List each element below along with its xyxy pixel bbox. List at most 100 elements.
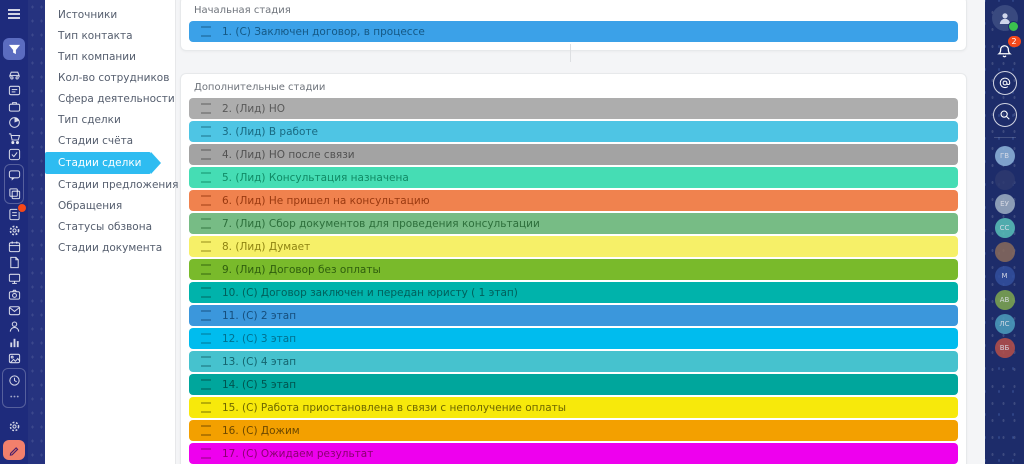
drag-handle-icon[interactable] — [201, 425, 211, 436]
stage-row[interactable]: 17. (С) Ожидаем результат — [189, 443, 958, 464]
sidebar-item[interactable]: Стадии предложения — [45, 175, 175, 195]
calendar-icon[interactable] — [5, 238, 23, 254]
clock-icon[interactable] — [5, 372, 23, 388]
sidebar-item[interactable]: Сфера деятельности — [45, 89, 175, 109]
search-icon[interactable] — [993, 103, 1017, 127]
sidebar-item-label: Источники — [58, 9, 117, 21]
drag-handle-icon[interactable] — [201, 103, 211, 114]
chat-avatar-initials: ВБ — [1000, 344, 1010, 352]
tasks-icon[interactable] — [5, 206, 23, 222]
chat-avatar-initials: М — [1001, 272, 1007, 280]
person-icon[interactable] — [5, 318, 23, 334]
stage-row[interactable]: 3. (Лид) В работе — [189, 121, 958, 142]
sidebar-item-label: Тип компании — [58, 51, 136, 63]
stage-row[interactable]: 1. (С) Заключен договор, в процессе — [189, 21, 958, 42]
pie-chart-icon[interactable] — [5, 114, 23, 130]
compose-icon[interactable] — [3, 440, 25, 460]
drag-handle-icon[interactable] — [201, 218, 211, 229]
stage-row[interactable]: 8. (Лид) Думает — [189, 236, 958, 257]
stage-row[interactable]: 15. (С) Работа приостановлена в связи с … — [189, 397, 958, 418]
drag-handle-icon[interactable] — [201, 379, 211, 390]
cart-icon[interactable] — [5, 130, 23, 146]
sidebar-item[interactable]: Кол-во сотрудников — [45, 68, 175, 88]
sidebar-item[interactable]: Стадии сделки — [45, 152, 151, 174]
sidebar-item[interactable]: Тип компании — [45, 47, 175, 67]
sidebar-item[interactable]: Стадии счёта — [45, 131, 175, 151]
sidebar-item[interactable]: Статусы обзвона — [45, 217, 175, 237]
stage-row[interactable]: 7. (Лид) Сбор документов для проведения … — [189, 213, 958, 234]
drag-handle-icon[interactable] — [201, 448, 211, 459]
collaboration-group — [4, 164, 24, 204]
chat-avatar[interactable]: ГВ — [995, 146, 1015, 166]
chat-avatar[interactable]: СС — [995, 218, 1015, 238]
initial-stage-card: Начальная стадия 1. (С) Заключен договор… — [180, 0, 967, 51]
sidebar-item[interactable]: Стадии документа — [45, 238, 175, 258]
chat-avatar[interactable]: ЛС — [995, 314, 1015, 334]
list-icon[interactable] — [5, 82, 23, 98]
check-square-icon[interactable] — [5, 146, 23, 162]
camera-icon[interactable] — [5, 286, 23, 302]
drag-handle-icon[interactable] — [201, 402, 211, 413]
copy-icon[interactable] — [5, 185, 23, 201]
image-icon[interactable] — [5, 350, 23, 366]
stage-row[interactable]: 16. (С) Дожим — [189, 420, 958, 441]
sidebar-item-label: Тип сделки — [58, 114, 121, 126]
chat-avatar[interactable]: АВ — [995, 290, 1015, 310]
chat-icon[interactable] — [5, 167, 23, 183]
bar-chart-icon[interactable] — [5, 334, 23, 350]
drag-handle-icon[interactable] — [201, 241, 211, 252]
mail-icon[interactable] — [5, 302, 23, 318]
stage-row[interactable]: 9. (Лид) Договор без оплаты — [189, 259, 958, 280]
drag-handle-icon[interactable] — [201, 126, 211, 137]
stage-label: 14. (С) 5 этап — [222, 379, 296, 391]
sidebar-item[interactable]: Тип контакта — [45, 26, 175, 46]
menu-icon[interactable] — [5, 6, 23, 22]
stage-row[interactable]: 10. (С) Договор заключен и передан юрист… — [189, 282, 958, 303]
settings-icon[interactable] — [5, 418, 23, 434]
briefcase-icon[interactable] — [5, 98, 23, 114]
settings-sidebar: Источники Тип контакта Тип компании Кол-… — [45, 0, 175, 464]
stage-row[interactable]: 5. (Лид) Консультация назначена — [189, 167, 958, 188]
time-tracker[interactable] — [2, 368, 26, 408]
drag-handle-icon[interactable] — [201, 287, 211, 298]
chat-avatar[interactable]: ЕУ — [995, 194, 1015, 214]
gear-icon[interactable] — [5, 222, 23, 238]
drag-handle-icon[interactable] — [201, 195, 211, 206]
sidebar-item[interactable]: Источники — [45, 5, 175, 25]
stage-row[interactable]: 11. (С) 2 этап — [189, 305, 958, 326]
drag-handle-icon[interactable] — [201, 356, 211, 367]
stage-row[interactable]: 12. (С) 3 этап — [189, 328, 958, 349]
chat-avatar[interactable]: ВБ — [995, 338, 1015, 358]
stage-label: 16. (С) Дожим — [222, 425, 300, 437]
ellipsis-icon[interactable] — [5, 388, 23, 404]
stage-label: 7. (Лид) Сбор документов для проведения … — [222, 218, 540, 230]
stage-label: 11. (С) 2 этап — [222, 310, 296, 322]
user-avatar[interactable] — [992, 5, 1018, 31]
drag-handle-icon[interactable] — [201, 310, 211, 321]
additional-stages-title: Дополнительные стадии — [194, 82, 958, 93]
stage-row[interactable]: 6. (Лид) Не пришел на консультацию — [189, 190, 958, 211]
notifications-bell-icon[interactable]: 2 — [993, 39, 1017, 63]
drag-handle-icon[interactable] — [201, 172, 211, 183]
drag-handle-icon[interactable] — [201, 26, 211, 37]
chat-avatar-initials: ЕУ — [1000, 200, 1009, 208]
car-icon[interactable] — [5, 66, 23, 82]
document-icon[interactable] — [5, 254, 23, 270]
stage-row[interactable]: 14. (С) 5 этап — [189, 374, 958, 395]
stage-row[interactable]: 2. (Лид) НО — [189, 98, 958, 119]
notification-count-badge: 2 — [1008, 36, 1021, 47]
chat-avatar[interactable]: М — [995, 266, 1015, 286]
chat-avatar[interactable] — [995, 170, 1015, 190]
sidebar-item[interactable]: Обращения — [45, 196, 175, 216]
drag-handle-icon[interactable] — [201, 333, 211, 344]
sidebar-item[interactable]: Тип сделки — [45, 110, 175, 130]
stage-row[interactable]: 13. (С) 4 этап — [189, 351, 958, 372]
stage-row[interactable]: 4. (Лид) НО после связи — [189, 144, 958, 165]
mention-icon[interactable] — [993, 71, 1017, 95]
chat-avatar[interactable] — [995, 242, 1015, 262]
display-icon[interactable] — [5, 270, 23, 286]
drag-handle-icon[interactable] — [201, 264, 211, 275]
drag-handle-icon[interactable] — [201, 149, 211, 160]
stage-label: 8. (Лид) Думает — [222, 241, 310, 253]
filter-icon[interactable] — [3, 38, 25, 60]
